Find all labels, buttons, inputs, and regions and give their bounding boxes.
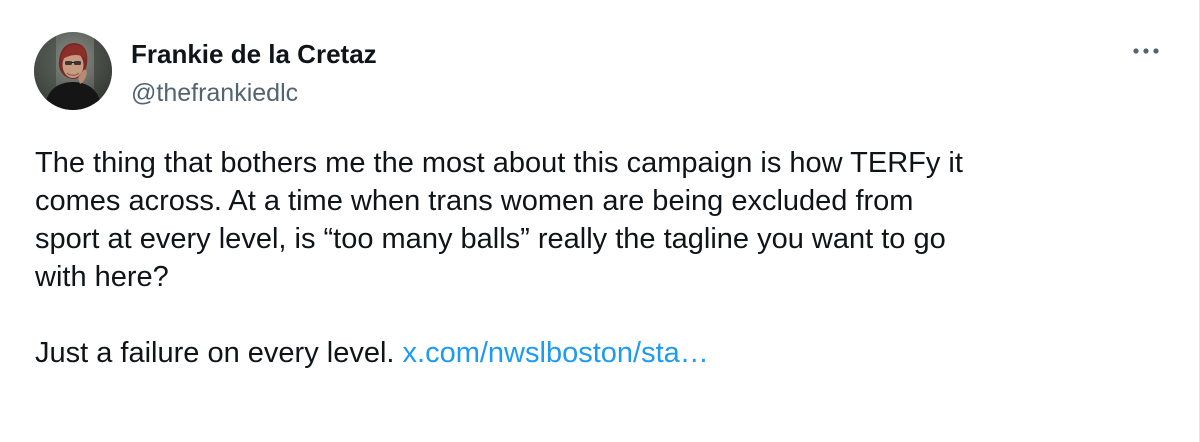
- tweet-paragraph: The thing that bothers me the most about…: [35, 147, 963, 293]
- tweet-text: The thing that bothers me the most about…: [35, 144, 1165, 372]
- profile-photo-icon: [34, 32, 112, 110]
- more-horizontal-icon: [1133, 48, 1159, 54]
- tweet-paragraph-text: Just a failure on every level.: [35, 337, 395, 369]
- more-options-button[interactable]: [1122, 36, 1170, 66]
- user-handle[interactable]: @thefrankiedlc: [131, 78, 298, 108]
- tweet-paragraph: Just a failure on every level. x.com/nws…: [35, 334, 1165, 372]
- display-name[interactable]: Frankie de la Cretaz: [131, 38, 377, 70]
- tweet-link[interactable]: x.com/nwslboston/sta…: [403, 337, 709, 369]
- avatar[interactable]: [34, 32, 112, 110]
- tweet-card: Frankie de la Cretaz @thefrankiedlc The …: [0, 0, 1200, 442]
